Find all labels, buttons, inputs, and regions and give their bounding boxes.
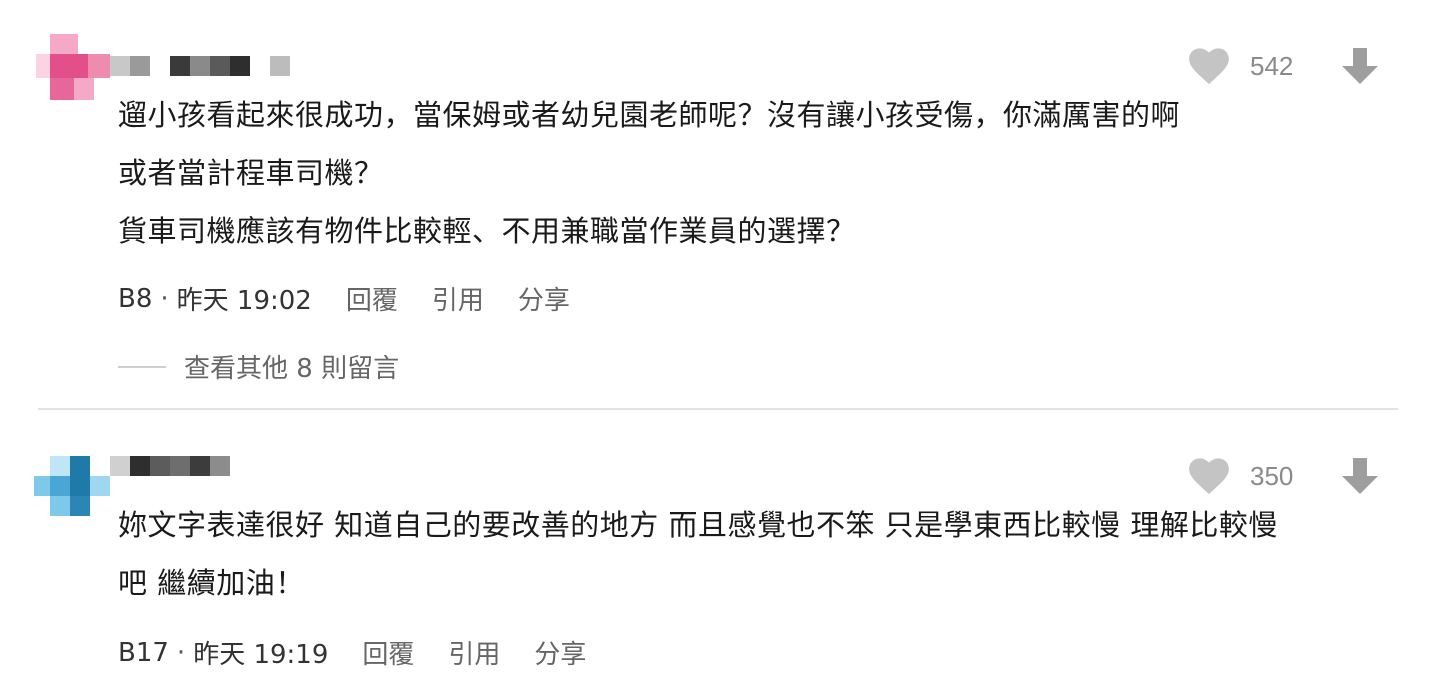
avatar-pixel	[36, 54, 50, 78]
avatar-pixel	[74, 78, 94, 100]
reply-button[interactable]: 回覆	[362, 634, 414, 671]
heart-icon[interactable]	[1188, 47, 1230, 85]
comment-line: 貨車司機應該有物件比較輕、不用兼職當作業員的選擇？	[118, 214, 856, 248]
comment-divider	[38, 408, 1398, 410]
reaction-bar: 542	[1188, 46, 1380, 86]
comment-line: 遛小孩看起來很成功，當保姆或者幼兒園老師呢？沒有讓小孩受傷，你滿厲害的啊	[118, 98, 1181, 132]
avatar-pixel	[70, 476, 90, 496]
separator-dot: ·	[176, 637, 186, 668]
comment-meta: B17 · 昨天 19:19 回覆 引用 分享	[118, 634, 586, 671]
comment-line: 吧 繼續加油！	[118, 566, 305, 600]
reaction-bar: 350	[1188, 456, 1380, 496]
arrow-down-icon[interactable]	[1340, 46, 1380, 86]
mosaic-block	[270, 56, 290, 76]
mosaic-block	[210, 456, 230, 476]
avatar-pixel	[50, 456, 70, 476]
heart-icon[interactable]	[1188, 457, 1230, 495]
author-name-mosaic[interactable]	[110, 56, 300, 76]
avatar[interactable]	[34, 456, 114, 518]
comment-meta: B8 · 昨天 19:02 回覆 引用 分享	[118, 280, 570, 317]
mosaic-block	[170, 456, 190, 476]
avatar-pixel	[50, 476, 70, 496]
mosaic-block	[130, 56, 150, 76]
mosaic-block	[110, 456, 130, 476]
mosaic-block	[210, 56, 230, 76]
reply-button[interactable]: 回覆	[346, 280, 398, 317]
like-count: 350	[1250, 460, 1294, 491]
mosaic-block	[230, 56, 250, 76]
avatar-pixel	[50, 54, 88, 78]
view-more-replies-button[interactable]: 查看其他 8 則留言	[118, 348, 399, 385]
timestamp: 昨天 19:19	[193, 640, 329, 670]
floor-number: B17	[118, 637, 169, 668]
view-more-replies-label: 查看其他 8 則留言	[184, 354, 400, 384]
like-count: 542	[1250, 50, 1294, 81]
mosaic-block	[170, 56, 190, 76]
comment-line: 妳文字表達很好 知道自己的要改善的地方 而且感覺也不笨 只是學東西比較慢 理解比…	[118, 508, 1278, 542]
avatar-pixel	[50, 78, 74, 100]
avatar-pixel	[50, 496, 70, 516]
share-button[interactable]: 分享	[518, 280, 570, 317]
mosaic-block	[190, 456, 210, 476]
separator-dot: ·	[160, 283, 169, 314]
mosaic-block	[190, 56, 210, 76]
avatar-pixel	[34, 476, 50, 496]
comment-body: 妳文字表達很好 知道自己的要改善的地方 而且感覺也不笨 只是學東西比較慢 理解比…	[118, 496, 1278, 612]
arrow-down-icon[interactable]	[1340, 456, 1380, 496]
author-name-mosaic[interactable]	[110, 456, 240, 476]
timestamp: 昨天 19:02	[176, 286, 312, 316]
mosaic-block	[130, 456, 150, 476]
comment-body: 遛小孩看起來很成功，當保姆或者幼兒園老師呢？沒有讓小孩受傷，你滿厲害的啊 或者當…	[118, 86, 1180, 260]
avatar-pixel	[70, 496, 90, 516]
avatar-pixel	[90, 476, 110, 496]
avatar-pixel	[70, 456, 90, 476]
reply-thread-line	[118, 365, 166, 368]
floor-number: B8	[118, 283, 153, 314]
avatar-pixel	[88, 54, 110, 78]
share-button[interactable]: 分享	[534, 634, 586, 671]
quote-button[interactable]: 引用	[448, 634, 500, 671]
avatar[interactable]	[36, 34, 116, 100]
comment-line: 或者當計程車司機？	[118, 156, 384, 190]
avatar-pixel	[50, 34, 78, 54]
mosaic-block	[110, 56, 130, 76]
quote-button[interactable]: 引用	[432, 280, 484, 317]
mosaic-block	[150, 456, 170, 476]
